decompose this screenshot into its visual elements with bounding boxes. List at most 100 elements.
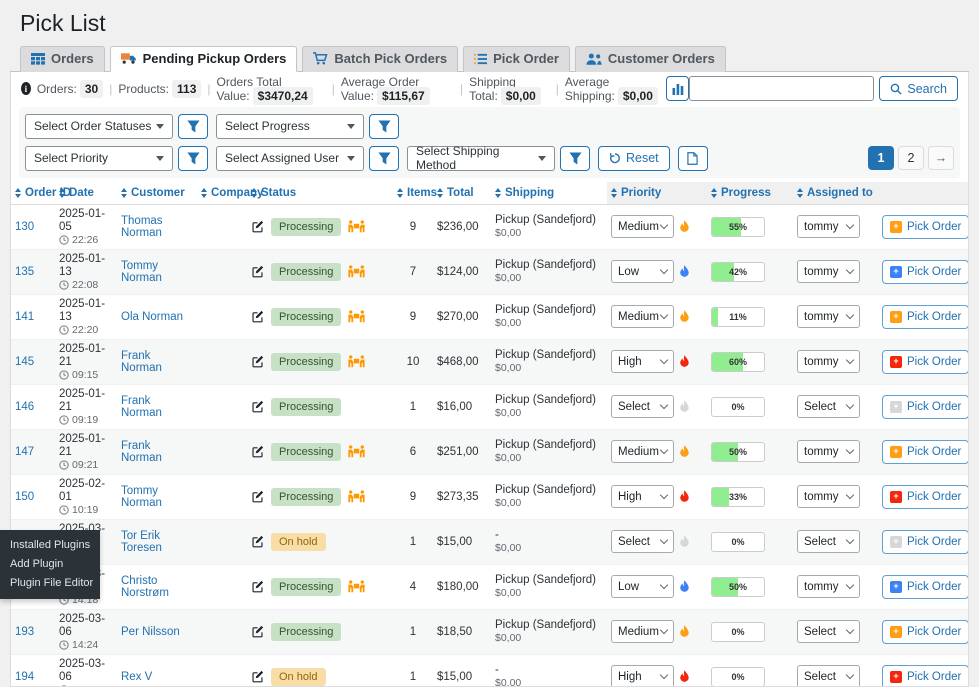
- pick-order-button[interactable]: +Pick Order: [882, 665, 969, 687]
- pick-order-button[interactable]: +Pick Order: [882, 215, 969, 239]
- order-id-link[interactable]: 130: [15, 221, 34, 233]
- order-id-link[interactable]: 194: [15, 671, 34, 683]
- edit-order-icon[interactable]: [251, 580, 264, 593]
- col-order-id[interactable]: Order ID: [11, 182, 55, 205]
- customer-link[interactable]: Per Nilsson: [121, 626, 180, 638]
- tab-batch-pick-orders[interactable]: Batch Pick Orders: [302, 46, 458, 72]
- priority-select[interactable]: Medium: [611, 215, 674, 238]
- customer-link[interactable]: Ola Norman: [121, 311, 183, 323]
- chart-button[interactable]: [666, 76, 689, 101]
- assigned-user-select[interactable]: tommy: [797, 485, 860, 508]
- customer-link[interactable]: Christo Norstrøm: [121, 575, 169, 599]
- select-progress-select[interactable]: Select Progress: [216, 114, 364, 139]
- assigned-user-select[interactable]: tommy: [797, 440, 860, 463]
- edit-order-icon[interactable]: [251, 625, 264, 638]
- export-button[interactable]: [678, 146, 708, 171]
- tab-pending-pickup-orders[interactable]: Pending Pickup Orders: [110, 46, 298, 72]
- order-id-link[interactable]: 193: [15, 626, 34, 638]
- priority-select[interactable]: High: [611, 485, 674, 508]
- order-id-link[interactable]: 147: [15, 446, 34, 458]
- customer-link[interactable]: Thomas Norman: [121, 215, 163, 239]
- col-items[interactable]: Items: [393, 182, 433, 205]
- menu-item-plugin-file-editor[interactable]: Plugin File Editor: [0, 574, 100, 593]
- assigned-user-select[interactable]: Select: [797, 395, 860, 418]
- assigned-user-select[interactable]: tommy: [797, 350, 860, 373]
- reset-filters-button[interactable]: Reset: [598, 146, 670, 171]
- tab-pick-order[interactable]: Pick Order: [463, 46, 570, 72]
- edit-order-icon[interactable]: [251, 220, 264, 233]
- customer-link[interactable]: Frank Norman: [121, 440, 162, 464]
- pick-order-button[interactable]: +Pick Order: [882, 485, 969, 509]
- tab-customer-orders[interactable]: Customer Orders: [575, 46, 726, 72]
- pick-order-button[interactable]: +Pick Order: [882, 305, 969, 329]
- pick-order-button[interactable]: +Pick Order: [882, 440, 969, 464]
- edit-order-icon[interactable]: [251, 670, 264, 683]
- filter-apply-button[interactable]: [369, 146, 399, 171]
- priority-select[interactable]: Medium: [611, 305, 674, 328]
- customer-link[interactable]: Rex V: [121, 671, 152, 683]
- filter-apply-button[interactable]: [560, 146, 590, 171]
- edit-order-icon[interactable]: [251, 490, 264, 503]
- edit-order-icon[interactable]: [251, 265, 264, 278]
- order-id-link[interactable]: 145: [15, 356, 34, 368]
- next-page-button[interactable]: →: [928, 146, 954, 170]
- tab-orders[interactable]: Orders: [20, 46, 105, 72]
- priority-select[interactable]: High: [611, 350, 674, 373]
- assigned-user-select[interactable]: tommy: [797, 575, 860, 598]
- edit-order-icon[interactable]: [251, 355, 264, 368]
- assigned-user-select[interactable]: Select: [797, 530, 860, 553]
- col-company[interactable]: Company: [197, 182, 247, 205]
- edit-order-icon[interactable]: [251, 400, 264, 413]
- col-shipping[interactable]: Shipping: [491, 182, 607, 205]
- col-priority[interactable]: Priority: [607, 182, 707, 205]
- page-button-2[interactable]: 2: [898, 146, 924, 170]
- priority-select[interactable]: Select: [611, 395, 674, 418]
- customer-link[interactable]: Tommy Norman: [121, 485, 162, 509]
- menu-item-installed-plugins[interactable]: Installed Plugins: [0, 536, 100, 555]
- priority-select[interactable]: Low: [611, 575, 674, 598]
- menu-item-add-plugin[interactable]: Add Plugin: [0, 555, 100, 574]
- order-id-link[interactable]: 135: [15, 266, 34, 278]
- pick-order-button[interactable]: +Pick Order: [882, 530, 969, 554]
- order-id-link[interactable]: 141: [15, 311, 34, 323]
- priority-select[interactable]: Select: [611, 530, 674, 553]
- edit-order-icon[interactable]: [251, 445, 264, 458]
- col-assigned-to[interactable]: Assigned to: [793, 182, 878, 205]
- assigned-user-select[interactable]: tommy: [797, 260, 860, 283]
- priority-select[interactable]: High: [611, 665, 674, 687]
- customer-link[interactable]: Tommy Norman: [121, 260, 162, 284]
- priority-select[interactable]: Medium: [611, 620, 674, 643]
- filter-apply-button[interactable]: [178, 114, 208, 139]
- pick-order-button[interactable]: +Pick Order: [882, 260, 969, 284]
- pick-order-button[interactable]: +Pick Order: [882, 350, 969, 374]
- page-button-1[interactable]: 1: [868, 146, 894, 170]
- assigned-user-select[interactable]: Select: [797, 665, 860, 687]
- col-customer[interactable]: Customer: [117, 182, 197, 205]
- col-total[interactable]: Total: [433, 182, 491, 205]
- assigned-user-select[interactable]: tommy: [797, 305, 860, 328]
- search-button[interactable]: Search: [879, 76, 958, 101]
- search-input[interactable]: [689, 76, 874, 101]
- edit-order-icon[interactable]: [251, 535, 264, 548]
- pick-order-button[interactable]: +Pick Order: [882, 395, 969, 419]
- filter-apply-button[interactable]: [178, 146, 208, 171]
- select-priority-select[interactable]: Select Priority: [25, 146, 173, 171]
- customer-link[interactable]: Frank Norman: [121, 350, 162, 374]
- select-order-statuses-select[interactable]: Select Order Statuses: [25, 114, 173, 139]
- filter-apply-button[interactable]: [369, 114, 399, 139]
- col-progress[interactable]: Progress: [707, 182, 793, 205]
- order-id-link[interactable]: 146: [15, 401, 34, 413]
- select-shipping-method-select[interactable]: Select Shipping Method: [407, 146, 555, 171]
- priority-select[interactable]: Medium: [611, 440, 674, 463]
- pick-order-button[interactable]: +Pick Order: [882, 575, 969, 599]
- order-id-link[interactable]: 150: [15, 491, 34, 503]
- pick-order-button[interactable]: +Pick Order: [882, 620, 969, 644]
- priority-select[interactable]: Low: [611, 260, 674, 283]
- col-status[interactable]: Status: [247, 182, 393, 205]
- assigned-user-select[interactable]: tommy: [797, 215, 860, 238]
- customer-link[interactable]: Frank Norman: [121, 395, 162, 419]
- customer-link[interactable]: Tor Erik Toresen: [121, 530, 162, 554]
- col-date[interactable]: Date: [55, 182, 117, 205]
- select-assigned-user-select[interactable]: Select Assigned User: [216, 146, 364, 171]
- edit-order-icon[interactable]: [251, 310, 264, 323]
